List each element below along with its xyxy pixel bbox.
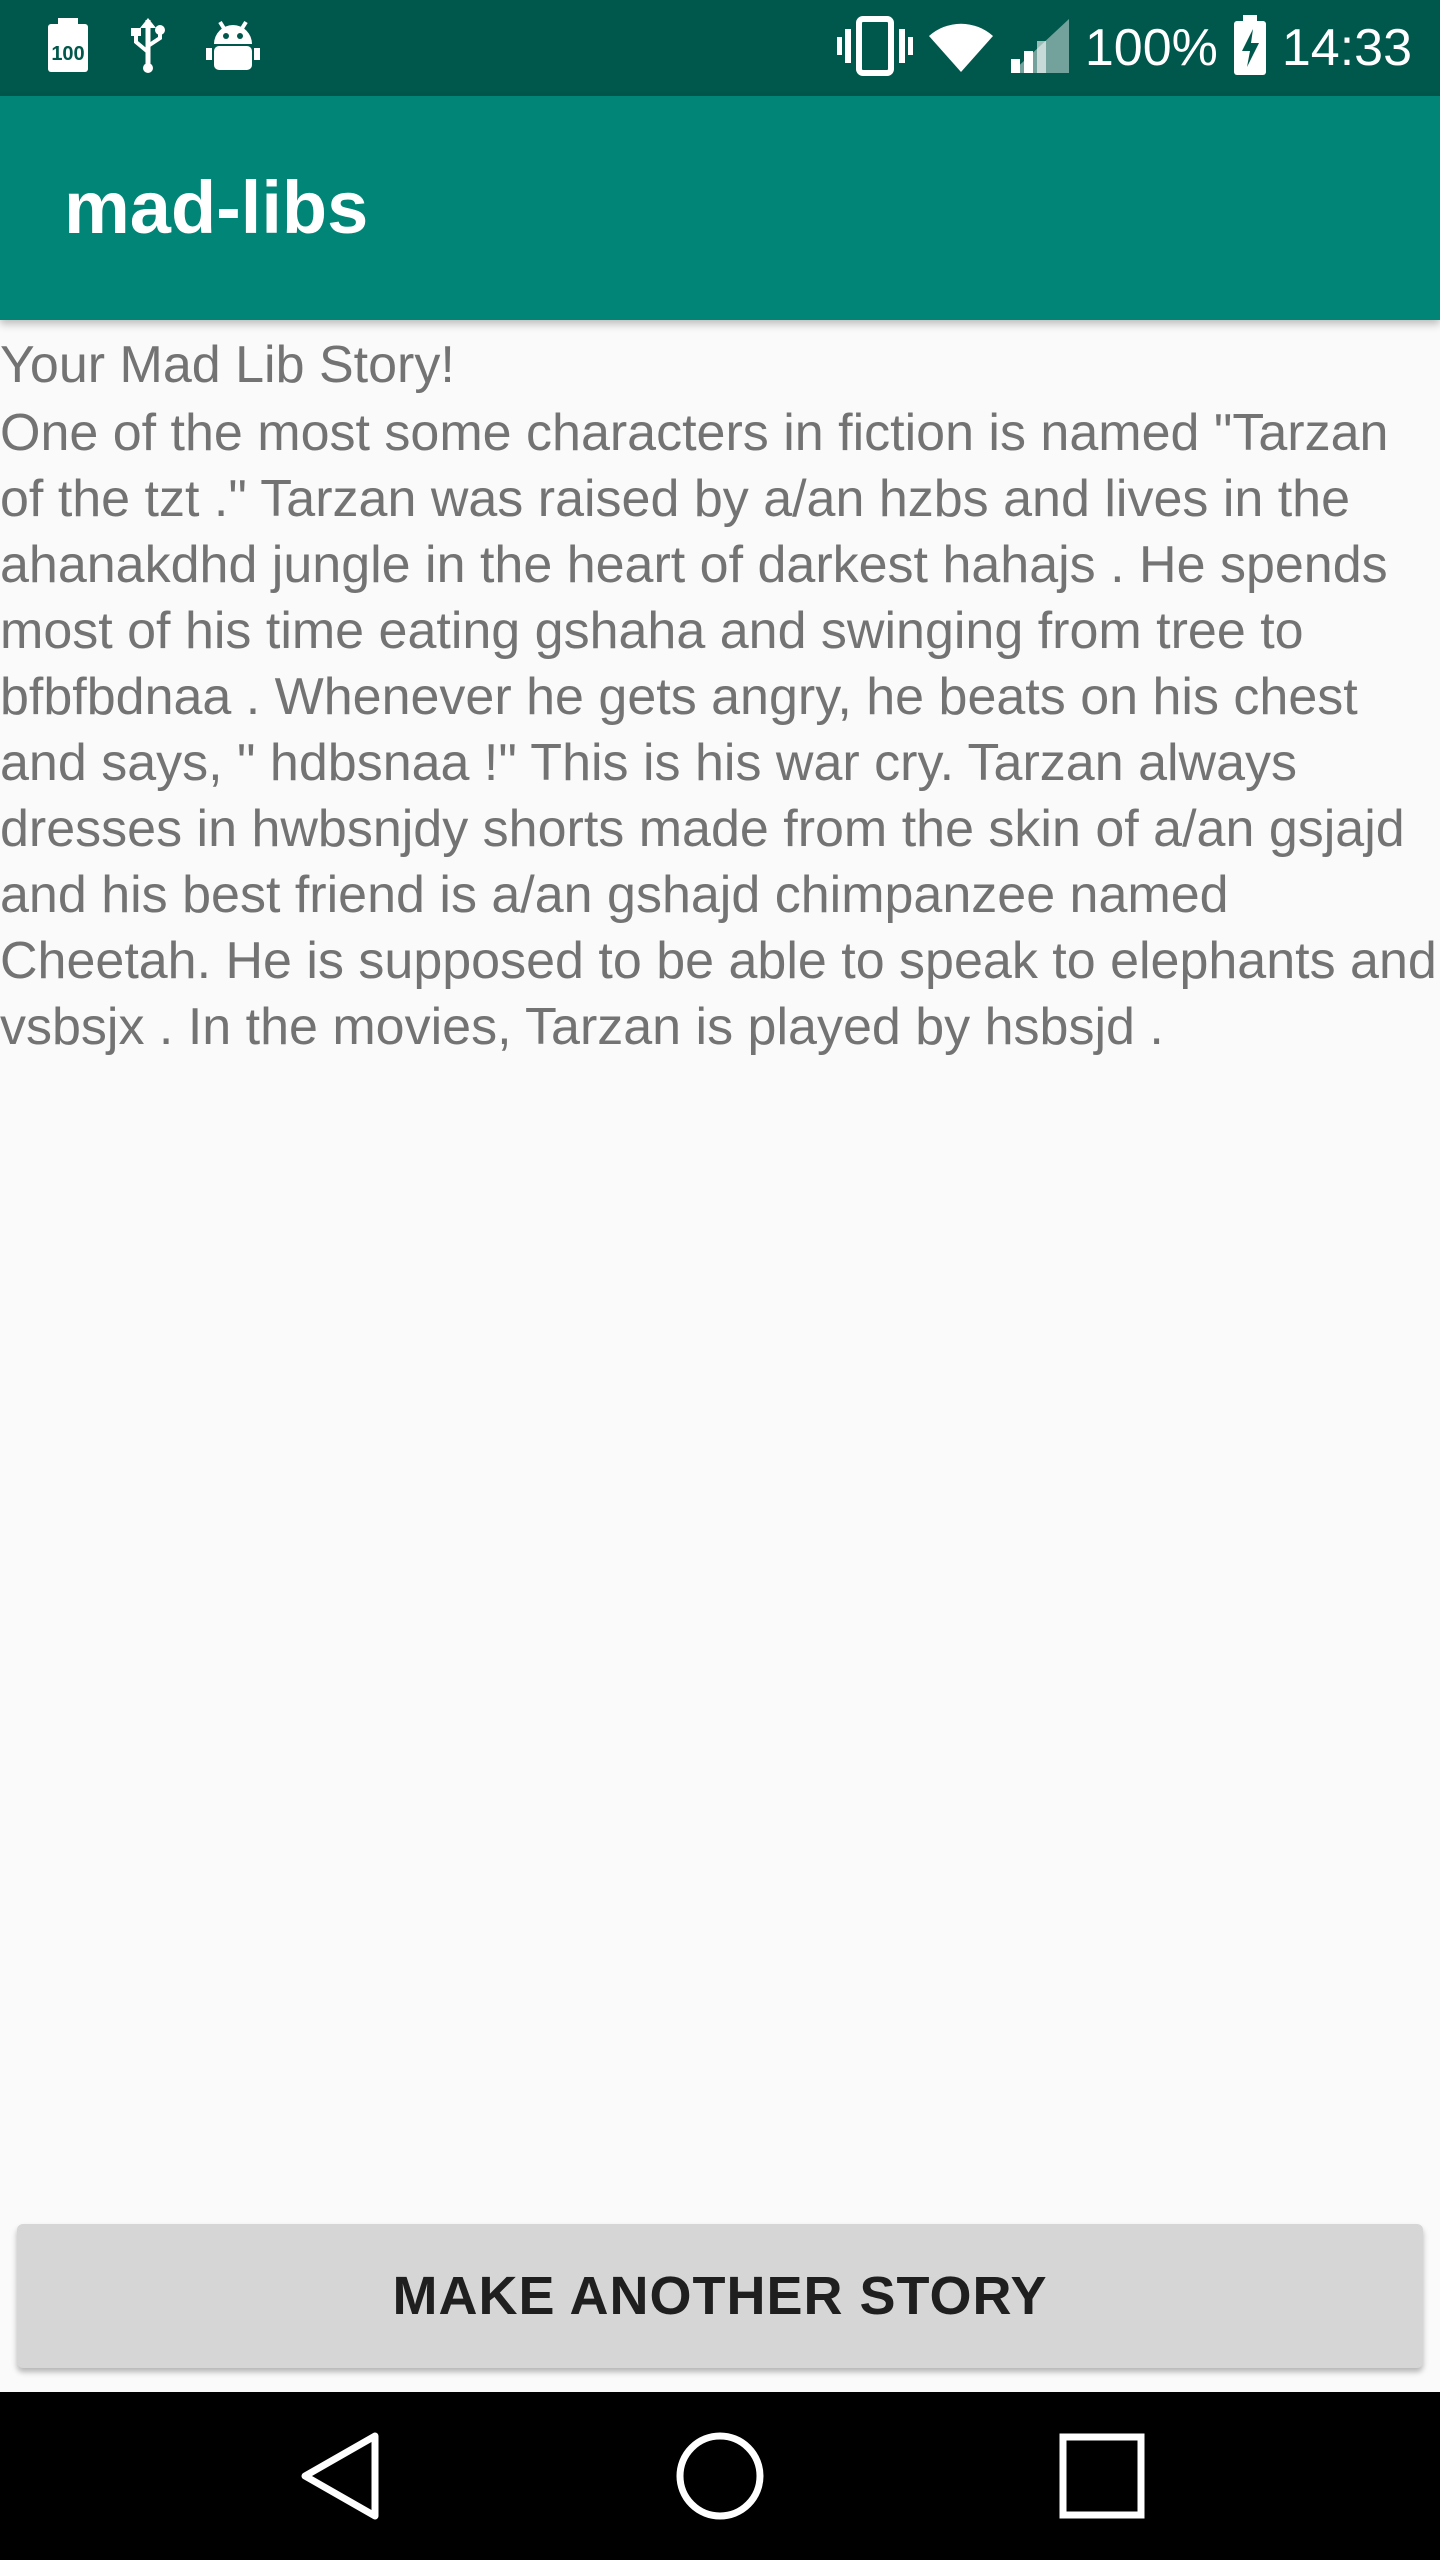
screen: 100 100% 14:33 mad-libs Your Mad Lib Sto… [0, 0, 1440, 2560]
navigation-bar [0, 2392, 1440, 2560]
svg-text:100: 100 [51, 43, 84, 65]
back-icon[interactable] [290, 2426, 390, 2526]
usb-icon [128, 17, 168, 79]
status-right-icons: 100% 14:33 [836, 14, 1412, 82]
clock: 14:33 [1281, 19, 1412, 77]
home-icon[interactable] [670, 2426, 770, 2526]
app-bar: mad-libs [0, 96, 1440, 320]
story-heading: Your Mad Lib Story! [0, 336, 455, 394]
story-text: One of the most some characters in ficti… [0, 404, 1437, 1056]
wifi-icon [927, 18, 995, 79]
android-debug-icon [206, 18, 260, 79]
status-bar: 100 100% 14:33 [0, 0, 1440, 96]
vibrate-icon [836, 15, 913, 82]
battery-percent: 100% [1084, 19, 1218, 77]
battery-charging-icon [1232, 14, 1268, 82]
battery-saver-icon: 100 [46, 17, 90, 79]
status-left-icons: 100 [46, 17, 260, 79]
make-another-story-button[interactable]: MAKE ANOTHER STORY [17, 2224, 1423, 2368]
recents-icon[interactable] [1052, 2426, 1152, 2526]
story-content: Your Mad Lib Story! One of the most some… [0, 320, 1440, 1060]
app-title: mad-libs [64, 166, 369, 249]
signal-icon [1009, 17, 1071, 80]
